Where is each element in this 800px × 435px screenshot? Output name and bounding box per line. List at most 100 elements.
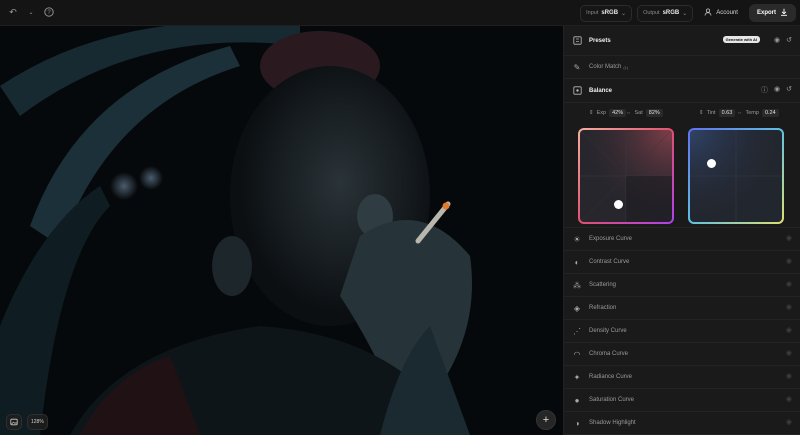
leftright-icon: ⇔ <box>626 110 632 116</box>
balance-icon <box>572 86 582 96</box>
account-button[interactable]: Account <box>698 5 744 22</box>
tint-value[interactable]: 0.63 <box>718 109 736 117</box>
adjustment-actions: ◉ <box>786 234 792 242</box>
adjustment-row[interactable]: ◐ Contrast Curve ◉ <box>564 251 800 274</box>
output-colorspace-select[interactable]: Output sRGB ⌄ <box>637 4 694 22</box>
balance-section-header[interactable]: Balance ⓘ ◉ ↺ <box>564 79 800 103</box>
adjustment-actions: ◉ <box>786 372 792 380</box>
generate-ai-badge[interactable]: Generate with AI <box>722 36 760 43</box>
pad-grid <box>690 130 782 222</box>
pad-grid <box>580 130 672 222</box>
adjustment-row[interactable]: ● Saturation Curve ◉ <box>564 389 800 412</box>
eye-icon[interactable]: ◉ <box>786 418 792 426</box>
presets-label: Presets <box>589 37 611 44</box>
reset-icon[interactable]: ↺ <box>786 36 792 44</box>
eye-icon[interactable]: ◉ <box>774 36 780 44</box>
chroma-icon: ◠ <box>573 349 581 359</box>
scatter-icon: ⁂ <box>573 280 581 290</box>
add-button[interactable]: + <box>536 410 556 430</box>
adjustment-row[interactable]: ◠ Chroma Curve ◉ <box>564 343 800 366</box>
color-match-count: (1) <box>623 64 629 70</box>
info-icon[interactable]: ⓘ <box>761 85 768 95</box>
adjustment-row[interactable]: ☀ Exposure Curve ◉ <box>564 228 800 251</box>
adjustment-label: Chroma Curve <box>589 351 629 357</box>
adjustment-row[interactable]: ◈ Refraction ◉ <box>564 297 800 320</box>
exposure-saturation-pad[interactable] <box>578 128 674 224</box>
sat-value[interactable]: 82% <box>645 109 663 117</box>
export-label: Export <box>756 10 776 16</box>
temp-value[interactable]: 0.24 <box>761 109 779 117</box>
eye-icon[interactable]: ◉ <box>786 326 792 334</box>
exposure-saturation-handle[interactable] <box>614 200 623 209</box>
sat-label: Sat <box>634 110 643 116</box>
image-canvas[interactable]: 128% + <box>0 26 563 435</box>
adjustment-row[interactable]: ⋰ Density Curve ◉ <box>564 320 800 343</box>
eye-icon[interactable]: ◉ <box>786 372 792 380</box>
curve-list: ☀ Exposure Curve ◉ ◐ Contrast Curve ◉ ⁂ Scatter… <box>564 228 800 435</box>
zoom-controls: 128% <box>6 414 48 430</box>
help-icon[interactable]: ? <box>42 5 56 19</box>
adjustment-actions: ◉ <box>786 349 792 357</box>
adjustment-actions: ◉ <box>786 326 792 334</box>
color-match-label: Color Match <box>589 64 622 70</box>
adjustment-row[interactable]: ⁂ Scattering ◉ <box>564 274 800 297</box>
eye-icon[interactable]: ◉ <box>774 85 780 95</box>
adjustment-actions: ◉ <box>786 280 792 288</box>
adjustment-label: Radiance Curve <box>589 374 633 380</box>
presets-section[interactable]: Presets Generate with AI ◉ ↺ <box>564 26 800 56</box>
balance-label: Balance <box>589 87 613 94</box>
chevron-down-icon: ⌄ <box>682 10 688 17</box>
eye-icon[interactable]: ◉ <box>786 234 792 242</box>
temp-label: Temp <box>745 110 759 116</box>
zoom-level-button[interactable]: 128% <box>27 414 48 430</box>
contrast-icon: ◐ <box>574 257 580 267</box>
updown-icon: ⇕ <box>699 110 704 116</box>
presets-actions: ◉ ↺ <box>774 36 792 44</box>
eye-icon[interactable]: ◉ <box>786 395 792 403</box>
adjustment-label: Scattering <box>589 282 617 288</box>
export-button[interactable]: Export <box>748 4 796 22</box>
input-colorspace-select[interactable]: Input sRGB ⌄ <box>580 4 633 22</box>
adjustment-row[interactable]: ◑ Shadow Highlight ◉ <box>564 412 800 435</box>
photo-preview <box>0 26 563 435</box>
chevron-down-icon[interactable]: ⌄ <box>24 5 38 19</box>
exposure-param[interactable]: ⇕ Exp 42% <box>589 109 627 117</box>
adjustment-actions: ◉ <box>786 418 792 426</box>
tint-label: Tint <box>706 110 716 116</box>
adjustment-row[interactable]: ✦ Radiance Curve ◉ <box>564 366 800 389</box>
adjustment-actions: ◉ <box>786 395 792 403</box>
eye-icon[interactable]: ◉ <box>786 303 792 311</box>
eye-icon[interactable]: ◉ <box>786 280 792 288</box>
shadow-icon: ◑ <box>574 418 580 428</box>
balance-controls: ⇕ Exp 42% ⇔ Sat 82% ⇕ Tint 0.63 ⇔ Temp 0… <box>564 103 800 228</box>
balance-params: ⇕ Exp 42% ⇔ Sat 82% ⇕ Tint 0.63 ⇔ Temp 0… <box>564 109 800 121</box>
presets-icon <box>572 36 582 46</box>
input-value: sRGB <box>601 10 619 16</box>
tint-param[interactable]: ⇕ Tint 0.63 <box>699 109 736 117</box>
adjustment-actions: ◉ <box>786 303 792 311</box>
svg-text:?: ? <box>47 10 51 16</box>
drop-icon: ● <box>574 395 580 405</box>
radiance-icon: ✦ <box>573 372 581 382</box>
image-icon <box>10 418 18 426</box>
temp-param[interactable]: ⇔ Temp 0.24 <box>737 109 779 117</box>
adjustment-label: Density Curve <box>589 328 627 334</box>
leftright-icon: ⇔ <box>737 110 743 116</box>
adjustment-label: Refraction <box>589 305 617 311</box>
chevron-down-icon: ⌄ <box>621 10 627 17</box>
eye-icon[interactable]: ◉ <box>786 257 792 265</box>
fit-view-button[interactable] <box>6 414 22 430</box>
undo-icon[interactable]: ↶ <box>6 5 20 19</box>
saturation-param[interactable]: ⇔ Sat 82% <box>626 109 663 117</box>
adjustments-panel: Presets Generate with AI ◉ ↺ ✎ Color Mat… <box>563 26 800 435</box>
reset-icon[interactable]: ↺ <box>786 85 792 95</box>
eye-icon[interactable]: ◉ <box>786 349 792 357</box>
input-label: Input <box>586 10 599 16</box>
output-value: sRGB <box>662 10 680 16</box>
color-match-section[interactable]: ✎ Color Match (1) <box>564 56 800 79</box>
sun-icon: ☀ <box>573 234 581 244</box>
tint-temperature-handle[interactable] <box>707 159 716 168</box>
exp-value[interactable]: 42% <box>609 109 627 117</box>
tint-temperature-pad[interactable] <box>688 128 784 224</box>
balance-actions: ⓘ ◉ ↺ <box>761 85 792 95</box>
